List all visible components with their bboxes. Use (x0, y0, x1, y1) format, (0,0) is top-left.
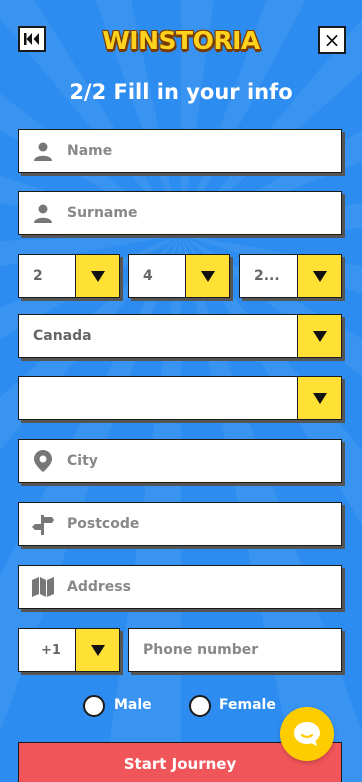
page-title: 2/2 Fill in your info (69, 80, 293, 104)
logo: WINSTORIA (96, 20, 266, 60)
chevron-down-icon (297, 315, 341, 357)
signpost-icon (19, 513, 67, 535)
chevron-down-icon (75, 629, 119, 671)
postcode-field[interactable]: Postcode (18, 502, 342, 546)
dob-year-value: 2... (254, 268, 280, 284)
dob-day-select[interactable]: 2 (18, 254, 120, 298)
user-icon (19, 203, 67, 223)
chevron-down-icon (185, 255, 229, 297)
map-icon (19, 577, 67, 597)
gender-male-radio[interactable] (83, 695, 105, 717)
close-icon: × (323, 28, 341, 52)
chevron-down-icon (75, 255, 119, 297)
city-placeholder: City (67, 453, 98, 469)
dob-month-select[interactable]: 4 (128, 254, 230, 298)
surname-field[interactable]: Surname (18, 191, 342, 235)
city-field[interactable]: City (18, 439, 342, 483)
chat-bubble-icon (294, 722, 320, 746)
rewind-icon (24, 33, 39, 45)
chevron-down-icon (297, 255, 341, 297)
postcode-placeholder: Postcode (67, 516, 140, 532)
country-value: Canada (33, 328, 92, 344)
chat-button[interactable] (280, 707, 334, 761)
name-field[interactable]: Name (18, 129, 342, 173)
dob-month-value: 4 (143, 268, 153, 284)
region-select[interactable] (18, 376, 342, 420)
address-field[interactable]: Address (18, 565, 342, 609)
dob-day-value: 2 (33, 268, 43, 284)
logo-text: WINSTORIA (102, 25, 260, 55)
chevron-down-icon (297, 377, 341, 419)
close-button[interactable]: × (318, 26, 346, 54)
gender-female-label: Female (219, 697, 276, 713)
name-placeholder: Name (67, 143, 113, 159)
country-select[interactable]: Canada (18, 314, 342, 358)
address-placeholder: Address (67, 579, 131, 595)
user-icon (19, 141, 67, 161)
dob-year-select[interactable]: 2... (239, 254, 342, 298)
back-button[interactable] (18, 26, 46, 52)
phone-number-field[interactable]: Phone number (128, 628, 342, 672)
gender-female-radio[interactable] (189, 695, 211, 717)
phone-code-value: +1 (41, 642, 61, 658)
header: WINSTORIA × (0, 20, 362, 60)
location-pin-icon (19, 450, 67, 472)
start-journey-label: Start Journey (123, 755, 237, 773)
gender-male-label: Male (114, 697, 152, 713)
phone-code-select[interactable]: +1 (18, 628, 120, 672)
surname-placeholder: Surname (67, 205, 138, 221)
phone-placeholder: Phone number (143, 642, 259, 658)
